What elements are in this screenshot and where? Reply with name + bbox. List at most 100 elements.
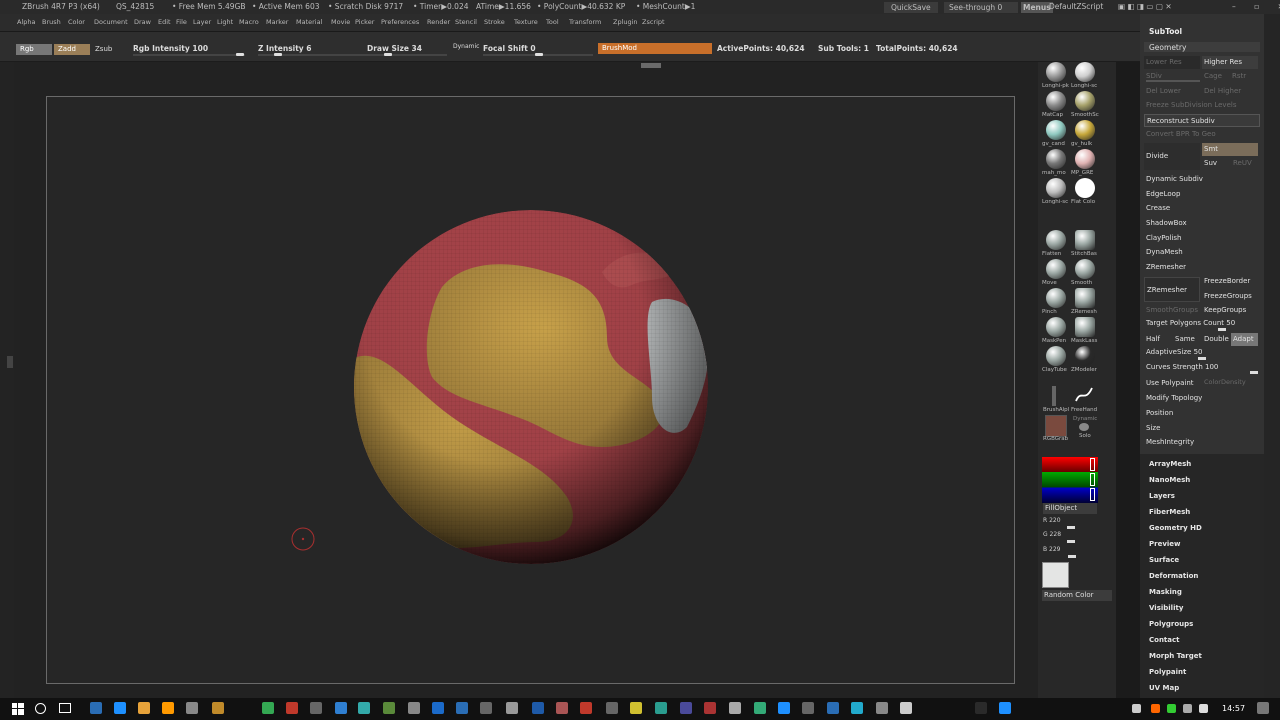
zbrush-taskbar-icon[interactable] — [186, 702, 198, 714]
smt-toggle[interactable]: Smt — [1202, 143, 1258, 156]
zremesher-header[interactable]: ZRemesher — [1144, 261, 1260, 274]
dynamesh-header[interactable]: DynaMesh — [1144, 246, 1260, 259]
maya-taskbar-icon[interactable] — [212, 702, 224, 714]
brushmod-slider[interactable]: BrushMod — [598, 43, 712, 54]
app-taskbar-icon[interactable] — [900, 702, 912, 714]
discord-taskbar-icon[interactable] — [310, 702, 322, 714]
shadowbox-header[interactable]: ShadowBox — [1144, 217, 1260, 230]
git-taskbar-icon[interactable] — [506, 702, 518, 714]
brush-flat-colo-thumb[interactable] — [1075, 178, 1095, 198]
blender-taskbar-icon[interactable] — [162, 702, 174, 714]
curves-strength-knob[interactable] — [1250, 371, 1258, 374]
size-header[interactable]: Size — [1144, 422, 1260, 435]
rstr-button[interactable]: Rstr — [1230, 70, 1258, 83]
brush-mp-gre-thumb[interactable] — [1075, 149, 1095, 169]
suv-toggle[interactable]: Suv — [1202, 157, 1229, 170]
blue-marker[interactable] — [1090, 488, 1095, 501]
app-taskbar-icon[interactable] — [606, 702, 618, 714]
freezeborder-toggle[interactable]: FreezeBorder — [1202, 275, 1258, 288]
steam-taskbar-icon[interactable] — [456, 702, 468, 714]
shelf-scroll-handle[interactable] — [641, 63, 661, 68]
del-lower-button[interactable]: Del Lower — [1144, 85, 1200, 98]
subpalette-polygroups[interactable]: Polygroups — [1149, 620, 1193, 628]
brush-smoothsc-thumb[interactable] — [1075, 91, 1095, 111]
brush-masklass-thumb[interactable] — [1075, 317, 1095, 337]
edgeloop-header[interactable]: EdgeLoop — [1144, 188, 1260, 201]
subpalette-surface[interactable]: Surface — [1149, 556, 1179, 564]
subpalette-visibility[interactable]: Visibility — [1149, 604, 1183, 612]
reconstruct-subdiv-button[interactable]: Reconstruct Subdiv — [1144, 114, 1260, 127]
fill-object-button[interactable]: FillObject — [1043, 503, 1097, 514]
g-knob[interactable] — [1067, 540, 1075, 543]
brush-longhi-sc-thumb[interactable] — [1075, 62, 1095, 82]
subpalette-geometry-hd[interactable]: Geometry HD — [1149, 524, 1202, 532]
app-taskbar-icon[interactable] — [432, 702, 444, 714]
zadd-toggle[interactable]: Zadd — [54, 44, 90, 55]
subtool-header[interactable]: SubTool — [1149, 27, 1182, 36]
rgb-intensity-track[interactable] — [133, 54, 245, 56]
cage-button[interactable]: Cage — [1202, 70, 1228, 83]
app-taskbar-icon[interactable] — [729, 702, 741, 714]
subpalette-uv-map[interactable]: UV Map — [1149, 684, 1179, 692]
app-taskbar-icon[interactable] — [480, 702, 492, 714]
search-icon[interactable] — [35, 703, 46, 714]
brush-gv-cand-thumb[interactable] — [1046, 120, 1066, 140]
app-taskbar-icon[interactable] — [532, 702, 544, 714]
brush-longhi-sc-thumb[interactable] — [1046, 178, 1066, 198]
windows-start-icon[interactable] — [12, 703, 24, 715]
r-value[interactable]: R 220 — [1043, 517, 1061, 524]
app-taskbar-icon[interactable] — [704, 702, 716, 714]
r-knob[interactable] — [1067, 526, 1075, 529]
app-taskbar-icon[interactable] — [827, 702, 839, 714]
app-taskbar-icon[interactable] — [851, 702, 863, 714]
target-polygons-slider[interactable]: Target Polygons Count 50 — [1144, 317, 1260, 330]
menu-macro[interactable]: Macro — [239, 18, 259, 26]
vs-taskbar-icon[interactable] — [556, 702, 568, 714]
app-taskbar-icon[interactable] — [630, 702, 642, 714]
texture-thumb[interactable] — [1045, 415, 1067, 437]
brush-longhi-pk-thumb[interactable] — [1046, 62, 1066, 82]
brush-flatten-thumb[interactable] — [1046, 230, 1066, 250]
app-taskbar-icon[interactable] — [655, 702, 667, 714]
dynamic-subdiv-header[interactable]: Dynamic Subdiv — [1144, 173, 1260, 186]
same-button[interactable]: Same — [1173, 333, 1199, 346]
menu-color[interactable]: Color — [68, 18, 85, 26]
vscode-taskbar-icon[interactable] — [383, 702, 395, 714]
firefox-taskbar-icon[interactable] — [114, 702, 126, 714]
brush-zmodeler-thumb[interactable] — [1075, 346, 1095, 366]
solo-icon[interactable] — [1079, 423, 1089, 431]
del-higher-button[interactable]: Del Higher — [1202, 85, 1258, 98]
rgb-intensity-knob[interactable] — [236, 53, 244, 56]
green-marker[interactable] — [1090, 473, 1095, 486]
subpalette-fibermesh[interactable]: FiberMesh — [1149, 508, 1190, 516]
dynamic-toggle[interactable]: Dynamic — [453, 43, 479, 50]
rgb-toggle[interactable]: Rgb — [16, 44, 52, 55]
menu-light[interactable]: Light — [217, 18, 233, 26]
menu-transform[interactable]: Transform — [569, 18, 601, 26]
curves-strength-slider[interactable]: Curves Strength 100 — [1144, 361, 1260, 374]
app-taskbar-icon[interactable] — [802, 702, 814, 714]
divide-button[interactable]: Divide — [1144, 143, 1200, 170]
reuv-toggle[interactable]: ReUV — [1231, 157, 1258, 170]
brush-zremesh-thumb[interactable] — [1075, 288, 1095, 308]
app-taskbar-icon[interactable] — [876, 702, 888, 714]
focal-shift-slider[interactable]: Focal Shift 0 — [483, 44, 536, 53]
geometry-header[interactable]: Geometry — [1149, 43, 1186, 52]
tray-icon[interactable] — [1167, 704, 1176, 713]
convert-bpr-button[interactable]: Convert BPR To Geo — [1144, 128, 1260, 141]
menu-preferences[interactable]: Preferences — [381, 18, 419, 26]
main-color-swatch[interactable] — [1042, 562, 1069, 588]
freeze-subdiv-button[interactable]: Freeze SubDivision Levels — [1144, 99, 1260, 112]
color-picker-bars[interactable] — [1042, 457, 1098, 503]
half-button[interactable]: Half — [1144, 333, 1170, 346]
color-density-slider[interactable]: ColorDensity — [1202, 376, 1258, 389]
menu-render[interactable]: Render — [427, 18, 450, 26]
menu-draw[interactable]: Draw — [134, 18, 151, 26]
notification-icon[interactable] — [1257, 702, 1269, 714]
see-through-slider[interactable]: See-through 0 — [944, 2, 1018, 13]
left-tray-edge[interactable] — [0, 62, 14, 698]
alpha-thumb[interactable] — [1052, 386, 1056, 406]
menu-zscript[interactable]: Zscript — [642, 18, 665, 26]
subpalette-morph-target[interactable]: Morph Target — [1149, 652, 1202, 660]
lower-res-button[interactable]: Lower Res — [1144, 56, 1200, 69]
